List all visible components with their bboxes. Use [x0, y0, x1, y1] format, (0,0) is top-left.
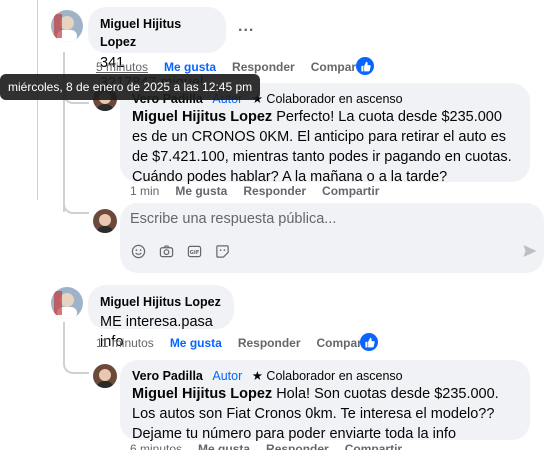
comment-bubble: Miguel Hijitus Lopez ME interesa.pasa in… [88, 285, 234, 350]
sticker-icon[interactable] [214, 243, 230, 259]
like-reaction-icon[interactable] [356, 57, 374, 75]
reply-composer[interactable]: Escribe una respuesta pública... GIF [120, 203, 544, 273]
reply-button[interactable]: Responder [266, 442, 329, 450]
avatar[interactable] [51, 287, 83, 319]
thread-line [37, 0, 38, 200]
comment-time[interactable]: 5 minutos [96, 60, 148, 74]
reply-input[interactable]: Escribe una respuesta pública... [130, 211, 336, 227]
avatar[interactable] [51, 10, 83, 42]
camera-icon[interactable] [158, 243, 174, 259]
reply-button[interactable]: Responder [238, 336, 301, 350]
reply-actions: 6 minutos Me gusta Responder Compartir [130, 442, 418, 450]
like-reaction-icon[interactable] [360, 333, 378, 351]
emoji-icon[interactable] [130, 243, 146, 259]
thread-curve [63, 360, 89, 374]
author-tag: Autor [212, 369, 243, 383]
reply-actions: 1 min Me gusta Responder Compartir [130, 184, 395, 198]
thread-curve [63, 200, 89, 214]
badge-text: Colaborador en ascenso [266, 92, 403, 106]
mention-link[interactable]: Miguel Hijitus Lopez [132, 109, 272, 125]
avatar[interactable] [93, 364, 117, 388]
comment-actions: 11 minutos Me gusta Responder Compartir [96, 336, 390, 350]
badge-label: ★ Colaborador en ascenso [251, 369, 403, 383]
reply-text: Miguel Hijitus Lopez Hola! Son cuotas de… [132, 384, 518, 444]
reply-bubble: Vero Padilla Autor ★ Colaborador en asce… [120, 360, 530, 442]
reply-author[interactable]: Vero Padilla [132, 369, 203, 383]
share-button[interactable]: Compartir [322, 184, 379, 198]
thread-line [63, 322, 65, 362]
reply-time[interactable]: 1 min [130, 184, 159, 198]
gif-icon[interactable]: GIF [186, 243, 202, 259]
comment-author[interactable]: Miguel Hijitus Lopez [100, 17, 181, 49]
like-button[interactable]: Me gusta [175, 184, 227, 198]
timestamp-tooltip: miércoles, 8 de enero de 2025 a las 12:4… [0, 74, 261, 100]
composer-tools: GIF [130, 243, 230, 259]
comment-bubble: Miguel Hijitus Lopez 341 3217847.miguel [88, 7, 226, 91]
reply-button[interactable]: Responder [243, 184, 306, 198]
comment-author[interactable]: Miguel Hijitus Lopez [100, 295, 221, 309]
comment-time[interactable]: 11 minutos [96, 336, 154, 350]
svg-text:GIF: GIF [189, 249, 199, 255]
reply-text: Miguel Hijitus Lopez Perfecto! La cuota … [132, 107, 518, 187]
mention-link[interactable]: Miguel Hijitus Lopez [132, 386, 272, 402]
badge-text: Colaborador en ascenso [266, 369, 403, 383]
share-button[interactable]: Compartir [345, 442, 402, 450]
comment-actions: 5 minutos Me gusta Responder Compartir [96, 60, 384, 74]
badge-label: ★ Colaborador en ascenso [251, 92, 403, 106]
like-button[interactable]: Me gusta [170, 336, 222, 350]
current-user-avatar[interactable] [93, 209, 117, 233]
send-icon[interactable] [522, 243, 538, 264]
like-button[interactable]: Me gusta [198, 442, 250, 450]
reply-button[interactable]: Responder [232, 60, 295, 74]
more-options-icon[interactable]: ... [238, 18, 254, 36]
like-button[interactable]: Me gusta [164, 60, 216, 74]
reply-time[interactable]: 6 minutos [130, 442, 182, 450]
